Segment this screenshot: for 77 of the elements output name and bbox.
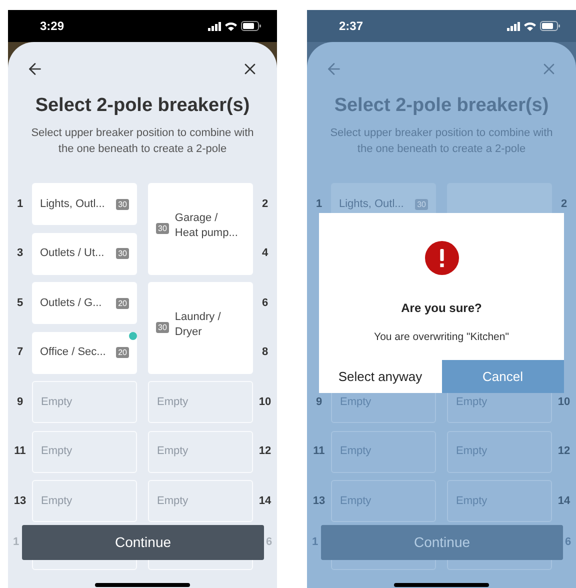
slot-number: 11 (13, 444, 27, 460)
breaker-label: Lights, Outl... (339, 196, 404, 212)
slot-number: 10 (258, 394, 272, 410)
wifi-icon (524, 22, 536, 30)
slot-number: 14 (258, 494, 272, 509)
slot-number: 5 (16, 296, 24, 311)
signal-icon (507, 22, 520, 30)
battery-icon (540, 21, 560, 31)
breaker-label: Garage / Heat pump... (174, 210, 238, 241)
breaker-slot[interactable]: 30 Garage / Heat pump... (148, 183, 253, 274)
slot-label: Empty (157, 444, 188, 460)
slot-number: 6 (564, 535, 572, 550)
slot-number: 2 (260, 196, 270, 212)
breaker-label: Office / Sec... (40, 345, 106, 360)
slot-number: 12 (258, 444, 272, 460)
amp-badge: 30 (156, 223, 169, 234)
slot-number: 2 (560, 196, 568, 212)
slot-label: Empty (41, 444, 72, 460)
slot-number: 1 (12, 535, 20, 550)
page-title: Select 2-pole breaker(s) (333, 94, 550, 118)
slot-number: 1 (16, 196, 24, 212)
slot-label: Empty (157, 494, 188, 509)
breaker-slot[interactable]: Outlets / Ut... 30 (32, 232, 137, 274)
slot-number: 1 (314, 196, 324, 212)
breaker-slot[interactable]: Office / Sec... 20 (32, 332, 137, 374)
slot-number: 12 (556, 444, 572, 460)
slot-number: 4 (260, 246, 270, 262)
empty-slot[interactable]: Empty (148, 381, 253, 423)
battery-icon (241, 21, 261, 31)
slot-number: 10 (556, 394, 572, 410)
empty-slot[interactable]: Empty (32, 430, 137, 472)
slot-label: Empty (41, 494, 72, 509)
amp-badge: 30 (116, 248, 129, 259)
slot-number: 7 (16, 345, 24, 360)
wifi-icon (225, 22, 237, 30)
slot-label: Empty (41, 394, 72, 410)
amp-badge: 30 (156, 322, 169, 334)
slot-number: 6 (260, 296, 270, 311)
page-subtitle: Select upper breaker position to combine with the one beneath to create a 2-pole (329, 126, 554, 157)
amp-badge: 20 (116, 347, 129, 358)
slot-number: 13 (12, 494, 28, 509)
slot-number: 6 (265, 535, 274, 550)
continue-button[interactable]: Continue (22, 525, 264, 560)
breaker-label: Outlets / G... (40, 296, 102, 310)
breaker-slot[interactable]: Lights, Outl... 30 (32, 183, 137, 225)
slot-number: 3 (16, 246, 24, 262)
alert-icon (424, 241, 458, 275)
page-title: Select 2-pole breaker(s) (34, 94, 251, 118)
status-time: 3:29 (40, 18, 64, 35)
amp-badge: 30 (116, 198, 129, 210)
amp-badge: 30 (415, 198, 428, 210)
slot-number: 11 (312, 444, 326, 460)
breaker-label: Laundry / Dryer (174, 310, 221, 340)
empty-slot[interactable]: Empty (32, 480, 137, 522)
slot-number: 9 (314, 394, 324, 410)
empty-slot[interactable]: Empty (148, 430, 253, 472)
cancel-button[interactable]: Cancel (442, 360, 564, 393)
back-icon[interactable] (26, 60, 44, 78)
signal-icon (208, 22, 221, 30)
dialog-message: You are overwriting "Kitchen" (374, 330, 509, 345)
breaker-slot[interactable]: Outlets / G... 20 (32, 282, 137, 324)
empty-slot[interactable]: Empty (32, 381, 137, 423)
slot-number: 9 (16, 394, 24, 410)
slot-label: Empty (157, 394, 188, 410)
page-subtitle: Select upper breaker position to combine with the one beneath to create a 2-pole (30, 126, 255, 157)
breaker-label: Outlets / Ut... (40, 246, 104, 261)
dialog-title: Are you sure? (401, 300, 482, 317)
breaker-label: Lights, Outl... (40, 196, 105, 212)
empty-slot[interactable]: Empty (148, 480, 253, 522)
slot-number: 13 (312, 494, 326, 509)
slot-number: 1 (311, 535, 320, 550)
status-time: 2:37 (339, 18, 364, 35)
breaker-slot[interactable]: 30 Laundry / Dryer (148, 282, 253, 374)
slot-number: 8 (260, 345, 270, 360)
amp-badge: 20 (116, 298, 129, 308)
continue-button[interactable]: Continue (321, 525, 563, 560)
slot-number: 14 (556, 494, 572, 509)
